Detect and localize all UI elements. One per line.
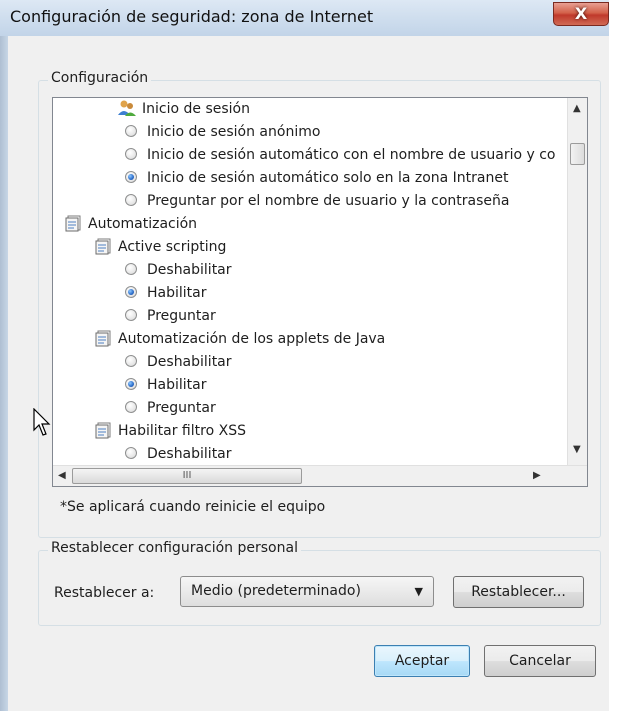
radio-option[interactable]: Inicio de sesión automático solo en la z… bbox=[125, 167, 508, 190]
close-icon: X bbox=[574, 4, 588, 23]
radio-option[interactable]: Deshabilitar bbox=[125, 351, 232, 374]
restart-note: *Se aplicará cuando reinicie el equipo bbox=[60, 499, 326, 515]
radio-option[interactable]: Preguntar bbox=[125, 305, 216, 328]
radio-button[interactable] bbox=[125, 148, 137, 160]
radio-option[interactable]: Habilitar bbox=[125, 374, 207, 397]
tree-item-label: Inicio de sesión automático solo en la z… bbox=[147, 170, 509, 186]
settings-document-icon bbox=[95, 421, 113, 439]
radio-button-checked[interactable] bbox=[125, 378, 137, 390]
tree-item-label: Deshabilitar bbox=[147, 354, 232, 370]
tree-item-label: Automatización de los applets de Java bbox=[118, 331, 386, 347]
close-button[interactable]: X bbox=[553, 2, 609, 26]
reset-to-label: Restablecer a: bbox=[54, 585, 155, 601]
users-icon bbox=[117, 99, 137, 117]
radio-option[interactable]: Habilitar bbox=[125, 282, 207, 305]
radio-option[interactable]: Deshabilitar bbox=[125, 259, 232, 282]
category-node[interactable]: Automatización bbox=[65, 213, 197, 236]
radio-button-checked[interactable] bbox=[125, 171, 137, 183]
radio-button-checked[interactable] bbox=[125, 286, 137, 298]
settings-group-label: Configuración bbox=[48, 70, 152, 86]
title-bar[interactable]: Configuración de seguridad: zona de Inte… bbox=[0, 0, 609, 36]
tree-item-label: Habilitar bbox=[147, 285, 207, 301]
radio-button[interactable] bbox=[125, 309, 137, 321]
setting-node[interactable]: Automatización de los applets de Java bbox=[95, 328, 385, 351]
tree-item-label: Preguntar por el nombre de usuario y la … bbox=[147, 193, 510, 209]
radio-button[interactable] bbox=[125, 125, 137, 137]
radio-option[interactable]: Preguntar bbox=[125, 397, 216, 420]
cancel-button[interactable]: Cancelar bbox=[484, 645, 596, 677]
horizontal-scrollbar[interactable]: ◀ III ▶ bbox=[53, 465, 587, 486]
scroll-down-icon[interactable]: ▼ bbox=[573, 444, 581, 455]
radio-button[interactable] bbox=[125, 355, 137, 367]
tree-item-label: Automatización bbox=[88, 216, 198, 232]
reset-level-value: Medio (predeterminado) bbox=[191, 583, 361, 599]
reset-button[interactable]: Restablecer... bbox=[453, 576, 584, 608]
tree-item-label: Preguntar bbox=[147, 400, 216, 416]
setting-node[interactable]: Active scripting bbox=[95, 236, 226, 259]
tree-item-label: Active scripting bbox=[118, 239, 227, 255]
vertical-scroll-thumb[interactable] bbox=[570, 143, 585, 165]
settings-document-icon bbox=[65, 214, 83, 232]
scroll-up-icon[interactable]: ▲ bbox=[573, 103, 581, 114]
security-settings-dialog: Configuración de seguridad: zona de Inte… bbox=[0, 0, 609, 711]
tree-item-label: Deshabilitar bbox=[147, 262, 232, 278]
radio-button[interactable] bbox=[125, 447, 137, 459]
radio-option[interactable]: Deshabilitar bbox=[125, 443, 232, 466]
tree-item-label: Inicio de sesión anónimo bbox=[147, 124, 321, 140]
settings-document-icon bbox=[95, 237, 113, 255]
setting-node[interactable]: Inicio de sesión bbox=[117, 98, 250, 121]
ok-button[interactable]: Aceptar bbox=[374, 645, 470, 677]
radio-option[interactable]: Inicio de sesión automático con el nombr… bbox=[125, 144, 555, 167]
mouse-pointer-icon bbox=[33, 408, 51, 436]
radio-option[interactable]: Preguntar por el nombre de usuario y la … bbox=[125, 190, 509, 213]
tree-item-label: Habilitar bbox=[147, 377, 207, 393]
window-frame bbox=[0, 36, 8, 711]
tree-item-label: Habilitar filtro XSS bbox=[118, 423, 246, 439]
radio-option[interactable]: Inicio de sesión anónimo bbox=[125, 121, 320, 144]
scroll-left-icon[interactable]: ◀ bbox=[58, 470, 66, 481]
window-title: Configuración de seguridad: zona de Inte… bbox=[10, 7, 374, 26]
tree-item-label: Deshabilitar bbox=[147, 446, 232, 462]
radio-button[interactable] bbox=[125, 401, 137, 413]
radio-button[interactable] bbox=[125, 263, 137, 275]
tree-item-label: Preguntar bbox=[147, 308, 216, 324]
scroll-right-icon[interactable]: ▶ bbox=[533, 470, 541, 481]
tree-item-label: Inicio de sesión bbox=[142, 101, 250, 117]
horizontal-scroll-thumb[interactable]: III bbox=[72, 468, 302, 484]
radio-button[interactable] bbox=[125, 194, 137, 206]
settings-document-icon bbox=[95, 329, 113, 347]
reset-level-select[interactable]: Medio (predeterminado) ▼ bbox=[180, 576, 434, 607]
reset-group-label: Restablecer configuración personal bbox=[48, 540, 301, 556]
settings-tree-list[interactable]: Inicio de sesión Inicio de sesión anónimo… bbox=[52, 97, 588, 487]
setting-node[interactable]: Habilitar filtro XSS bbox=[95, 420, 246, 443]
chevron-down-icon: ▼ bbox=[414, 585, 423, 598]
vertical-scrollbar[interactable]: ▲ ▼ bbox=[567, 98, 587, 465]
tree-item-label: Inicio de sesión automático con el nombr… bbox=[147, 147, 556, 163]
